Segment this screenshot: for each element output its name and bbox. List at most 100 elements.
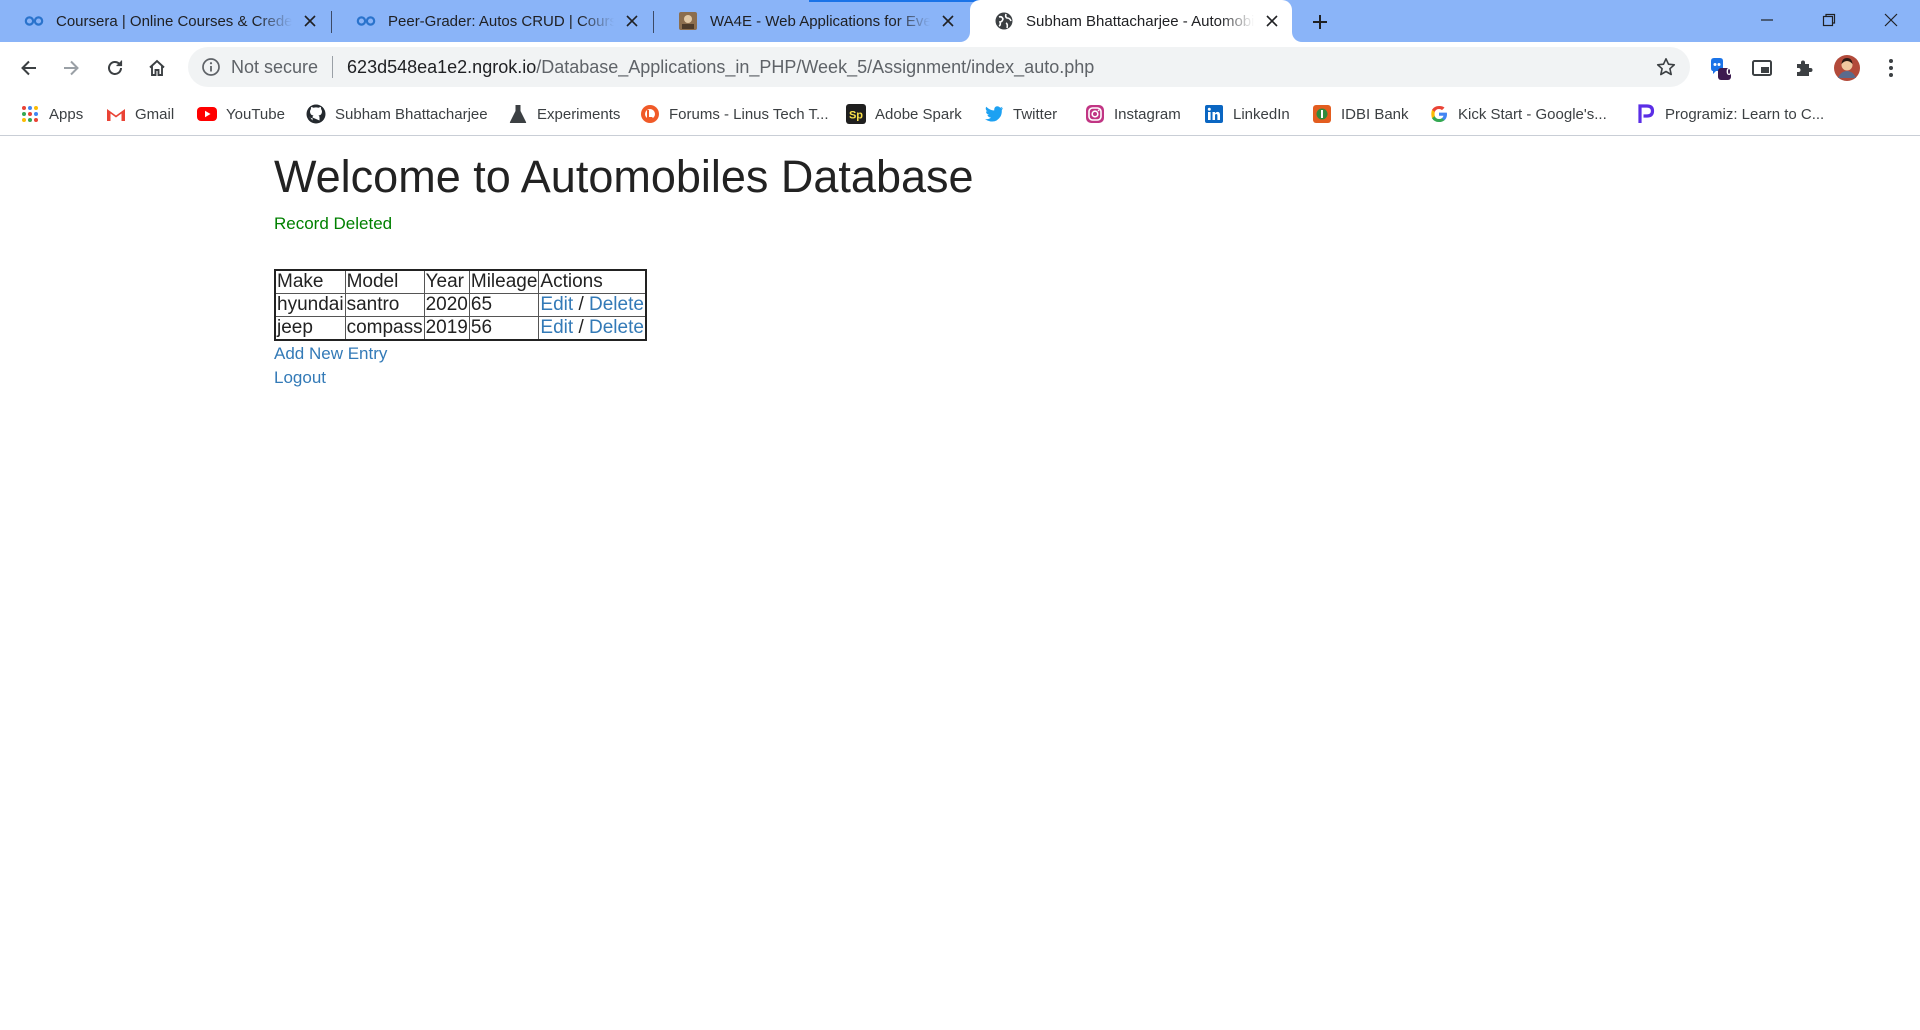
github-icon [306, 104, 326, 124]
home-icon [149, 59, 165, 76]
bookmark-label: Kick Start - Google's... [1458, 105, 1607, 123]
logout-link[interactable]: Logout [274, 368, 326, 387]
cell-mileage: 56 [468, 316, 540, 341]
url-path: /Database_Applications_in_PHP/Week_5/Ass… [536, 56, 1095, 77]
table-header-row: Make Model Year Mileage Actions [274, 269, 647, 295]
bookmark-instagram[interactable]: Instagram [1085, 94, 1181, 134]
page-links: Add New Entry Logout [274, 342, 974, 390]
bookmark-linkedin[interactable]: LinkedIn [1204, 94, 1290, 134]
bookmark-experiments[interactable]: Experiments [508, 94, 620, 134]
address-bar[interactable]: Not secure 623d548ea1e2.ngrok.io/Databas… [188, 47, 1690, 87]
wa4e-icon [678, 11, 698, 31]
info-icon[interactable] [201, 57, 221, 77]
back-button[interactable] [11, 50, 47, 86]
bookmark-twitter[interactable]: Twitter [984, 94, 1057, 134]
url-text[interactable]: 623d548ea1e2.ngrok.io/Database_Applicati… [347, 57, 1094, 78]
tab-coursera[interactable]: Coursera | Online Courses & Credentials [0, 0, 330, 42]
browser-menu-button[interactable] [1875, 52, 1907, 84]
globe-icon [994, 11, 1014, 31]
bookmark-linus-forums[interactable]: Forums - Linus Tech T... [640, 94, 829, 134]
close-icon[interactable] [622, 11, 642, 31]
security-label[interactable]: Not secure [231, 57, 318, 78]
bookmarks-bar: Apps Gmail YouTube Subham Bhattacharjee … [0, 94, 1920, 136]
extensions-menu-button[interactable] [1788, 52, 1820, 84]
table-row: hyundai santro 2020 65 Edit / Delete [274, 293, 647, 318]
reload-icon [108, 60, 123, 75]
restore-button[interactable] [1798, 0, 1860, 40]
new-tab-button[interactable] [1306, 8, 1334, 36]
action-separator: / [578, 294, 584, 316]
tab-strip: Coursera | Online Courses & Credentials … [0, 0, 1920, 42]
tab-title: Peer-Grader: Autos CRUD | Coursera [388, 12, 614, 30]
instagram-icon [1085, 104, 1105, 124]
youtube-icon [197, 104, 217, 124]
forward-button[interactable] [53, 50, 89, 86]
close-icon[interactable] [300, 11, 320, 31]
column-header-make: Make [274, 269, 346, 295]
bookmark-label: Subham Bhattacharjee [335, 105, 488, 123]
minimize-button[interactable] [1736, 0, 1798, 40]
bookmark-youtube[interactable]: YouTube [197, 94, 285, 134]
tab-automobiles[interactable]: Subham Bhattacharjee - Automobiles [970, 0, 1292, 42]
edit-link[interactable]: Edit [540, 294, 573, 315]
cell-actions: Edit / Delete [538, 293, 647, 318]
action-separator: / [578, 317, 584, 339]
arrow-left-icon [21, 60, 36, 76]
delete-link[interactable]: Delete [589, 317, 644, 338]
cell-model: compass [344, 316, 425, 341]
bookmark-star-button[interactable] [1654, 55, 1678, 79]
cell-mileage: 65 [468, 293, 540, 318]
tab-wa4e[interactable]: WA4E - Web Applications for Everybody [654, 0, 968, 42]
idbi-bank-icon [1312, 104, 1332, 124]
bookmark-kick-start[interactable]: Kick Start - Google's... [1429, 94, 1607, 134]
linus-tech-tips-icon [640, 104, 660, 124]
home-button[interactable] [139, 50, 175, 86]
column-header-mileage: Mileage [468, 269, 540, 295]
close-icon[interactable] [938, 11, 958, 31]
bookmark-label: Forums - Linus Tech T... [669, 105, 829, 123]
automobiles-table: Make Model Year Mileage Actions hyundai … [274, 269, 647, 342]
minimize-icon [1761, 19, 1773, 21]
twitter-icon [984, 104, 1004, 124]
cell-make: jeep [274, 316, 346, 341]
cell-year: 2019 [423, 316, 470, 341]
adobe-spark-icon: Sp [846, 104, 866, 124]
close-icon[interactable] [1262, 11, 1282, 31]
profile-button[interactable] [1831, 52, 1863, 84]
bookmark-programiz[interactable]: Programiz: Learn to C... [1636, 94, 1824, 134]
bookmark-label: Gmail [135, 105, 175, 123]
cell-actions: Edit / Delete [538, 316, 647, 341]
bookmark-idbi-bank[interactable]: IDBI Bank [1312, 94, 1409, 134]
delete-link[interactable]: Delete [589, 294, 644, 315]
media-controls-button[interactable] [1746, 52, 1778, 84]
extension-button[interactable]: 0 [1704, 52, 1736, 84]
flask-icon [508, 104, 528, 124]
svg-text:Sp: Sp [849, 110, 863, 122]
bookmark-gmail[interactable]: Gmail [106, 94, 174, 134]
bookmark-adobe-spark[interactable]: Sp Adobe Spark [846, 94, 962, 134]
browser-toolbar: Not secure 623d548ea1e2.ngrok.io/Databas… [0, 42, 1920, 94]
bookmark-label: Twitter [1013, 105, 1058, 123]
plus-icon [1313, 15, 1327, 29]
close-window-button[interactable] [1860, 0, 1920, 40]
bookmark-label: Adobe Spark [875, 105, 962, 123]
flash-message: Record Deleted [274, 214, 393, 234]
bookmark-label: YouTube [226, 105, 285, 123]
edit-link[interactable]: Edit [540, 317, 573, 338]
bookmark-github[interactable]: Subham Bhattacharjee [306, 94, 488, 134]
gmail-icon [106, 104, 126, 124]
add-new-entry-link[interactable]: Add New Entry [274, 344, 387, 363]
tab-title: WA4E - Web Applications for Everybody [710, 12, 930, 30]
column-header-actions: Actions [538, 269, 647, 295]
tab-title: Coursera | Online Courses & Credentials [56, 12, 292, 30]
extension-badge-count: 0 [1726, 67, 1732, 78]
url-host: 623d548ea1e2.ngrok.io [347, 56, 537, 77]
bookmark-label: Instagram [1114, 105, 1181, 123]
tab-peer-grader[interactable]: Peer-Grader: Autos CRUD | Coursera [332, 0, 652, 42]
reload-button[interactable] [97, 50, 133, 86]
google-icon [1429, 104, 1449, 124]
column-header-year: Year [423, 269, 470, 295]
bookmark-apps[interactable]: Apps [20, 94, 83, 134]
page-title: Welcome to Automobiles Database [274, 151, 974, 202]
kebab-menu-icon [1889, 59, 1893, 77]
